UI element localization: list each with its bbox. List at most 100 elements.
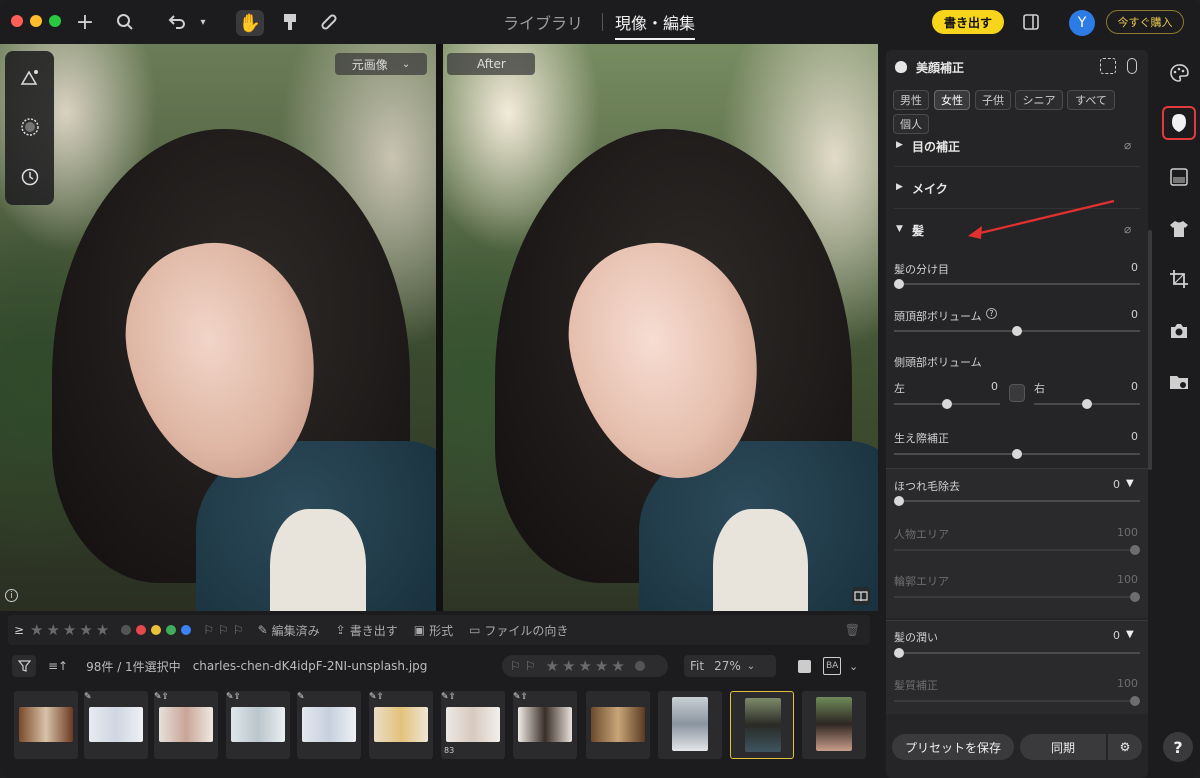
star-icon[interactable]: ★	[546, 657, 559, 675]
star-icon[interactable]: ★	[595, 657, 608, 675]
camera-icon[interactable]	[1166, 318, 1192, 344]
export-button[interactable]: 書き出す	[932, 10, 1004, 34]
thumbnail[interactable]	[802, 691, 866, 759]
gender-tag-senior[interactable]: シニア	[1015, 90, 1063, 110]
hair-quality-slider[interactable]	[894, 696, 1140, 706]
star-icon[interactable]: ★	[30, 621, 43, 639]
avatar[interactable]: Y	[1069, 10, 1095, 36]
face-detect-icon[interactable]	[1100, 58, 1116, 74]
before-image-dropdown[interactable]: 元画像 ⌄	[335, 53, 427, 75]
slider-knob[interactable]	[894, 496, 904, 506]
thumbnail[interactable]: ✎	[84, 691, 148, 759]
eraser-icon[interactable]: ⌀	[1124, 222, 1131, 236]
thumbnail[interactable]: ✎⇪	[226, 691, 290, 759]
panel-icon[interactable]	[1020, 10, 1042, 34]
palette-icon[interactable]	[1166, 60, 1192, 86]
star-icon[interactable]: ★	[578, 657, 591, 675]
hair-gloss-slider[interactable]	[894, 648, 1140, 658]
info-icon[interactable]: i	[5, 589, 18, 602]
folder-icon[interactable]	[1166, 369, 1192, 395]
chevron-down-icon[interactable]: ⌄	[849, 660, 858, 673]
thumbnail[interactable]: ✎⇪	[513, 691, 577, 759]
dropdown-triangle-icon[interactable]: ▼	[1126, 629, 1134, 640]
trash-icon[interactable]: 🗑	[845, 623, 860, 637]
person-area-slider[interactable]	[894, 545, 1140, 555]
face-retouch-icon[interactable]	[1162, 106, 1196, 140]
gradient-icon[interactable]	[1166, 164, 1192, 190]
thumbnail[interactable]: ✎⇪	[369, 691, 433, 759]
chevron-down-icon[interactable]: ▾	[196, 10, 210, 34]
star-icon[interactable]: ★	[46, 621, 59, 639]
save-preset-button[interactable]: プリセットを保存	[892, 734, 1014, 760]
zoom-window-button[interactable]	[49, 15, 61, 27]
slider-knob[interactable]	[1012, 449, 1022, 459]
edge-area-slider[interactable]	[894, 592, 1140, 602]
sync-button[interactable]: 同期	[1020, 734, 1106, 760]
flag-icon[interactable]: ⚐	[233, 623, 244, 637]
bandage-icon[interactable]	[317, 10, 341, 34]
slider-knob[interactable]	[1082, 399, 1092, 409]
side-volume-right-slider[interactable]	[1034, 399, 1140, 409]
color-label-none[interactable]	[121, 625, 132, 635]
after-image[interactable]	[443, 44, 878, 611]
history-icon[interactable]	[17, 164, 42, 189]
crown-volume-slider[interactable]	[894, 326, 1140, 336]
star-icon[interactable]: ★	[63, 621, 76, 639]
gender-tag-male[interactable]: 男性	[893, 90, 929, 110]
thumbnail[interactable]: ✎⇪ 83	[441, 691, 505, 759]
thumbnail[interactable]	[658, 691, 722, 759]
link-icon[interactable]	[1127, 58, 1137, 74]
side-volume-left-slider[interactable]	[894, 399, 1000, 409]
sort-icon[interactable]: ≡↑	[48, 659, 68, 673]
slider-knob[interactable]	[942, 399, 952, 409]
flag-icon[interactable]: ⚐	[525, 659, 536, 673]
book-icon[interactable]	[852, 587, 870, 605]
edited-filter[interactable]: 編集済み	[272, 622, 320, 639]
flag-icon[interactable]: ⚐	[203, 623, 214, 637]
rating-filter-icon[interactable]: ≥	[8, 623, 30, 637]
thumbnail[interactable]	[586, 691, 650, 759]
flag-icon[interactable]: ⚐	[510, 659, 521, 673]
thumbnail[interactable]	[14, 691, 78, 759]
hand-icon[interactable]: ✋	[236, 10, 264, 36]
close-window-button[interactable]	[11, 15, 23, 27]
thumbnail-selected[interactable]	[730, 691, 794, 759]
undo-icon[interactable]	[166, 10, 188, 34]
color-label-blue[interactable]	[181, 625, 192, 635]
filter-icon[interactable]	[12, 655, 36, 677]
link-sides-icon[interactable]	[1009, 384, 1025, 402]
dropdown-triangle-icon[interactable]: ▼	[1126, 478, 1134, 489]
star-icon[interactable]: ★	[96, 621, 109, 639]
star-icon[interactable]: ★	[79, 621, 92, 639]
makeup-section-header[interactable]: メイク	[912, 180, 948, 197]
gender-tag-all[interactable]: すべて	[1067, 90, 1115, 110]
flyaway-slider[interactable]	[894, 496, 1140, 506]
fit-label[interactable]: Fit	[690, 659, 704, 673]
plus-icon[interactable]: +	[74, 10, 96, 35]
color-label-yellow[interactable]	[151, 625, 162, 635]
hair-parting-slider[interactable]	[894, 279, 1140, 289]
gender-tag-female[interactable]: 女性	[934, 90, 970, 110]
gender-tag-individual[interactable]: 個人	[893, 114, 929, 134]
circle-icon[interactable]	[17, 114, 42, 139]
flag-icon[interactable]: ⚐	[218, 623, 229, 637]
chevron-down-icon[interactable]: ▼	[896, 224, 903, 234]
chevron-right-icon[interactable]: ▶	[896, 140, 903, 150]
color-label-dot[interactable]	[634, 661, 645, 671]
chevron-right-icon[interactable]: ▶	[896, 182, 903, 192]
tab-develop[interactable]: 現像・編集	[615, 10, 696, 40]
zoom-control[interactable]: Fit 27% ⌄	[684, 655, 776, 677]
slider-knob[interactable]	[894, 648, 904, 658]
help-button[interactable]: ?	[1163, 732, 1193, 762]
slider-knob[interactable]	[1130, 592, 1140, 602]
hairline-slider[interactable]	[894, 449, 1140, 459]
sync-settings-button[interactable]: ⚙	[1108, 734, 1142, 760]
slider-knob[interactable]	[894, 279, 904, 289]
panel-scrollbar[interactable]	[1148, 230, 1152, 470]
thumbnail[interactable]: ✎⇪	[154, 691, 218, 759]
eraser-icon[interactable]: ⌀	[1124, 138, 1131, 152]
triangle-icon[interactable]	[17, 64, 42, 89]
before-image[interactable]	[0, 44, 436, 611]
star-icon[interactable]: ★	[611, 657, 624, 675]
color-label-red[interactable]	[136, 625, 147, 635]
